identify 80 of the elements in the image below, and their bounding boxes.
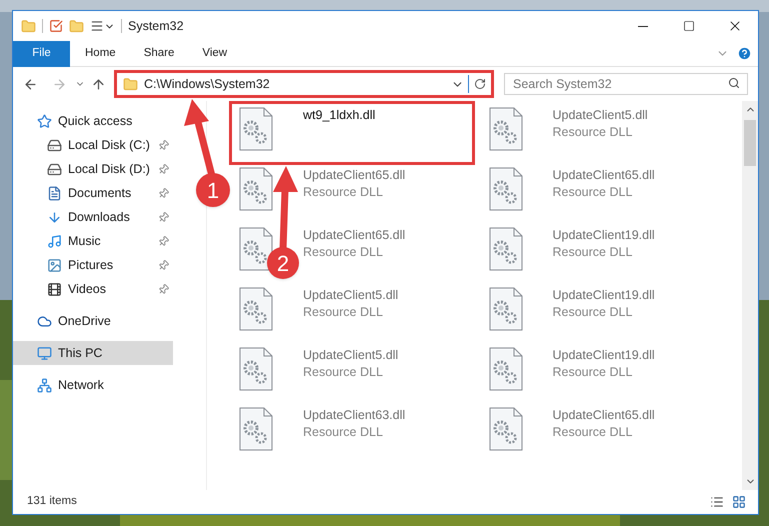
refresh-icon[interactable] <box>474 78 486 90</box>
file-type: Resource DLL <box>552 364 634 381</box>
file-name[interactable]: UpdateClient19.dll <box>552 227 655 244</box>
file-type: Resource DLL <box>303 364 384 381</box>
nav-item[interactable]: Pictures <box>13 253 173 277</box>
file-type: Resource DLL <box>303 244 384 261</box>
file-type: Resource DLL <box>303 184 384 201</box>
folder-icon <box>123 76 138 92</box>
nav-item[interactable]: Local Disk (D:) <box>13 157 173 181</box>
file-name[interactable]: UpdateClient65.dll <box>303 167 406 184</box>
monitor-icon <box>37 346 52 360</box>
nav-item[interactable]: Quick access <box>13 109 173 133</box>
document-icon <box>47 186 62 200</box>
file-name[interactable]: UpdateClient65.dll <box>303 227 406 244</box>
nav-item[interactable]: Local Disk (C:) <box>13 133 173 157</box>
file-type: Resource DLL <box>552 244 634 261</box>
file-type: Resource DLL <box>303 424 384 441</box>
nav-item[interactable]: Music <box>13 229 173 253</box>
search-field[interactable]: Search System32 <box>504 73 748 95</box>
nav-item[interactable]: Videos <box>13 277 173 301</box>
network-icon <box>37 378 52 392</box>
large-icons-view-icon[interactable] <box>732 495 746 509</box>
maximize-icon <box>683 20 695 32</box>
gear-file-icon <box>488 287 522 331</box>
picture-icon <box>47 258 62 272</box>
file-name[interactable]: UpdateClient19.dll <box>552 287 655 304</box>
download-icon <box>47 210 62 224</box>
gear-file-icon <box>488 107 522 151</box>
customize-icon[interactable] <box>90 19 104 33</box>
nav-item[interactable]: Network <box>13 373 173 397</box>
ribbon-tab[interactable]: Share <box>130 40 188 66</box>
drive-icon <box>47 138 62 152</box>
window-title: System32 <box>128 18 184 35</box>
back-icon[interactable] <box>23 76 38 92</box>
gear-file-icon <box>488 407 522 451</box>
gear-file-icon <box>488 167 522 211</box>
file-name[interactable]: UpdateClient5.dll <box>303 347 398 364</box>
properties-icon[interactable] <box>49 19 63 33</box>
drive-icon <box>47 162 62 176</box>
file-name[interactable]: UpdateClient5.dll <box>303 287 398 304</box>
ribbon-tab[interactable]: Home <box>72 40 129 66</box>
cloud-icon <box>37 314 52 328</box>
gear-file-icon <box>488 227 522 271</box>
file-name[interactable]: UpdateClient5.dll <box>552 107 648 124</box>
film-icon <box>47 282 62 296</box>
gear-file-icon <box>239 347 273 391</box>
search-icon <box>728 77 740 89</box>
nav-item[interactable]: Documents <box>13 181 173 205</box>
scrollbar[interactable] <box>742 101 758 490</box>
file-name[interactable]: UpdateClient63.dll <box>303 407 406 424</box>
gear-file-icon <box>239 107 273 151</box>
file-name[interactable]: wt9_1ldxh.dll <box>303 107 376 124</box>
gear-file-icon <box>239 287 273 331</box>
star-icon <box>37 114 52 128</box>
ribbon-tab[interactable]: File <box>13 40 70 66</box>
nav-item[interactable]: OneDrive <box>13 309 173 333</box>
scrollbar-thumb[interactable] <box>744 120 756 166</box>
file-type: Resource DLL <box>303 304 384 321</box>
file-type: Resource DLL <box>552 184 634 201</box>
details-view-icon[interactable] <box>710 495 724 509</box>
nav-item[interactable]: Downloads <box>13 205 173 229</box>
gear-file-icon <box>488 347 522 391</box>
file-name[interactable]: UpdateClient65.dll <box>552 167 655 184</box>
ribbon-tab[interactable]: View <box>189 40 240 66</box>
gear-file-icon <box>239 167 273 211</box>
file-type: Resource DLL <box>552 124 634 141</box>
file-name[interactable]: UpdateClient19.dll <box>552 347 655 364</box>
file-name[interactable]: UpdateClient65.dll <box>552 407 655 424</box>
gear-file-icon <box>239 227 273 271</box>
item-count: 131 items <box>27 494 77 510</box>
help-icon[interactable] <box>737 46 752 61</box>
file-type: Resource DLL <box>552 424 634 441</box>
nav-item[interactable]: This PC <box>13 341 173 365</box>
file-type: Resource DLL <box>552 304 634 321</box>
music-note-icon <box>47 234 62 248</box>
address-field[interactable]: C:\Windows\System32 <box>114 70 494 98</box>
up-icon[interactable] <box>91 76 106 92</box>
file-item[interactable]: wt9_1ldxh.dll <box>231 103 472 163</box>
address-path: C:\Windows\System32 <box>144 76 271 93</box>
gear-file-icon <box>239 407 273 451</box>
